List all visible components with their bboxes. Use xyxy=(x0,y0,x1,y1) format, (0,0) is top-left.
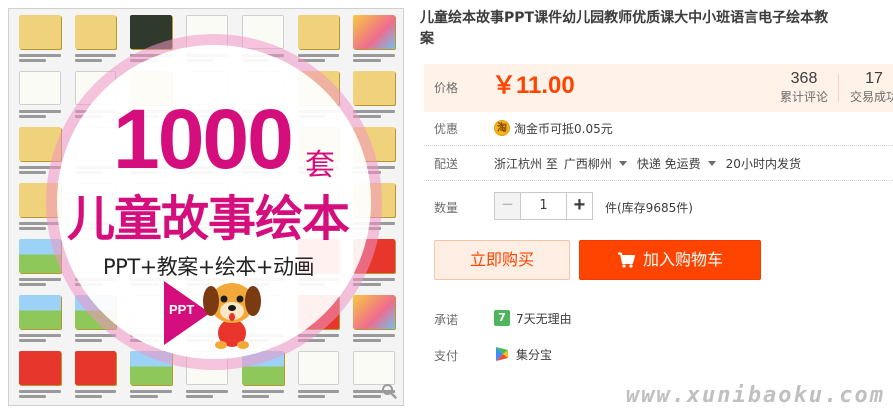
price-value: ￥11.00 xyxy=(492,72,575,99)
payment-text: 集分宝 xyxy=(516,347,553,362)
site-watermark: www.xunibaoku.com xyxy=(625,383,885,408)
file-thumbnail xyxy=(349,71,399,121)
quantity-decrease-button[interactable]: − xyxy=(494,192,521,220)
buy-now-button[interactable]: 立即购买 xyxy=(434,240,570,280)
chevron-down-icon xyxy=(707,160,716,166)
payment-row[interactable]: 集分宝 xyxy=(494,345,552,363)
promo-text: 淘金币可抵0.05元 xyxy=(514,121,613,136)
destination-select[interactable]: 广西柳州 xyxy=(564,155,627,172)
file-thumbnail xyxy=(71,351,121,401)
magnifier-icon[interactable] xyxy=(381,383,397,399)
shipping-method-select[interactable]: 快递 免运费 xyxy=(637,155,716,172)
reviews-label: 累计评论 xyxy=(779,90,828,104)
shipping-row: 浙江杭州 至 广西柳州 快递 免运费 20小时内发货 xyxy=(494,154,801,172)
file-thumbnail xyxy=(126,351,176,401)
file-thumbnail xyxy=(349,295,399,345)
promo-label: 优惠 xyxy=(434,122,459,136)
file-thumbnail xyxy=(15,239,65,289)
promo-big-number: 1000 xyxy=(113,92,294,186)
file-thumbnail xyxy=(15,351,65,401)
product-title-line-1: 儿童绘本故事PPT课件幼儿园教师优质课大中小班语言电子绘本教 xyxy=(420,10,829,26)
promise-text: 7天无理由 xyxy=(516,311,572,326)
promise-row[interactable]: 7 7天无理由 xyxy=(494,309,572,327)
file-thumbnail xyxy=(15,15,65,65)
sales-stat: 17 交易成功 xyxy=(838,69,893,105)
promo-title: 儿童故事绘本 xyxy=(67,191,350,247)
promise-label: 承诺 xyxy=(434,313,459,327)
section-divider xyxy=(424,145,893,146)
file-thumbnail xyxy=(71,15,121,65)
reviews-count: 368 xyxy=(790,70,818,87)
file-thumbnail xyxy=(294,351,344,401)
file-thumbnail xyxy=(15,71,65,121)
quantity-label: 数量 xyxy=(434,201,459,215)
puppy-mascot-icon xyxy=(203,283,261,349)
ppt-badge-text: PPT xyxy=(169,302,195,317)
shipping-label: 配送 xyxy=(434,157,459,171)
file-thumbnail xyxy=(238,351,288,401)
section-divider xyxy=(424,180,893,181)
quantity-increase-button[interactable]: + xyxy=(566,192,593,220)
seven-day-return-icon: 7 xyxy=(494,310,510,326)
sales-label: 交易成功 xyxy=(849,90,893,104)
destination-value: 广西柳州 xyxy=(563,156,612,171)
chevron-down-icon xyxy=(618,160,627,166)
sales-count: 17 xyxy=(865,70,883,87)
file-thumbnail xyxy=(294,15,344,65)
product-title-line-2: 案 xyxy=(420,31,434,47)
price-label: 价格 xyxy=(434,81,459,95)
price-panel: 价格 ￥11.00 368 累计评论 17 交易成功 xyxy=(424,64,893,112)
quantity-input[interactable]: 1 xyxy=(521,192,566,220)
file-thumbnail xyxy=(349,15,399,65)
dispatch-time: 20小时内发货 xyxy=(725,156,801,171)
taobao-coin-icon: 淘 xyxy=(494,120,510,136)
shipping-method-value: 快递 免运费 xyxy=(636,156,701,171)
cart-icon xyxy=(617,252,635,268)
promo-row: 淘 淘金币可抵0.05元 xyxy=(494,119,613,137)
product-title: 儿童绘本故事PPT课件幼儿园教师优质课大中小班语言电子绘本教 案 xyxy=(420,8,893,50)
add-to-cart-button[interactable]: 加入购物车 xyxy=(579,240,761,280)
jifenbao-icon xyxy=(496,347,508,361)
add-to-cart-label: 加入购物车 xyxy=(642,250,723,269)
promo-unit: 套 xyxy=(305,148,335,183)
shipping-from: 浙江杭州 至 xyxy=(494,156,558,171)
stock-text: 件(库存9685件) xyxy=(605,201,693,215)
reviews-stat[interactable]: 368 累计评论 xyxy=(764,69,844,105)
file-thumbnail xyxy=(15,295,65,345)
file-thumbnail xyxy=(15,127,65,177)
quantity-stepper: − 1 + xyxy=(494,192,593,220)
product-main-image[interactable]: 1000 套 儿童故事绘本 PPT+教案+绘本+动画 PPT xyxy=(8,8,404,406)
payment-label: 支付 xyxy=(434,349,459,363)
